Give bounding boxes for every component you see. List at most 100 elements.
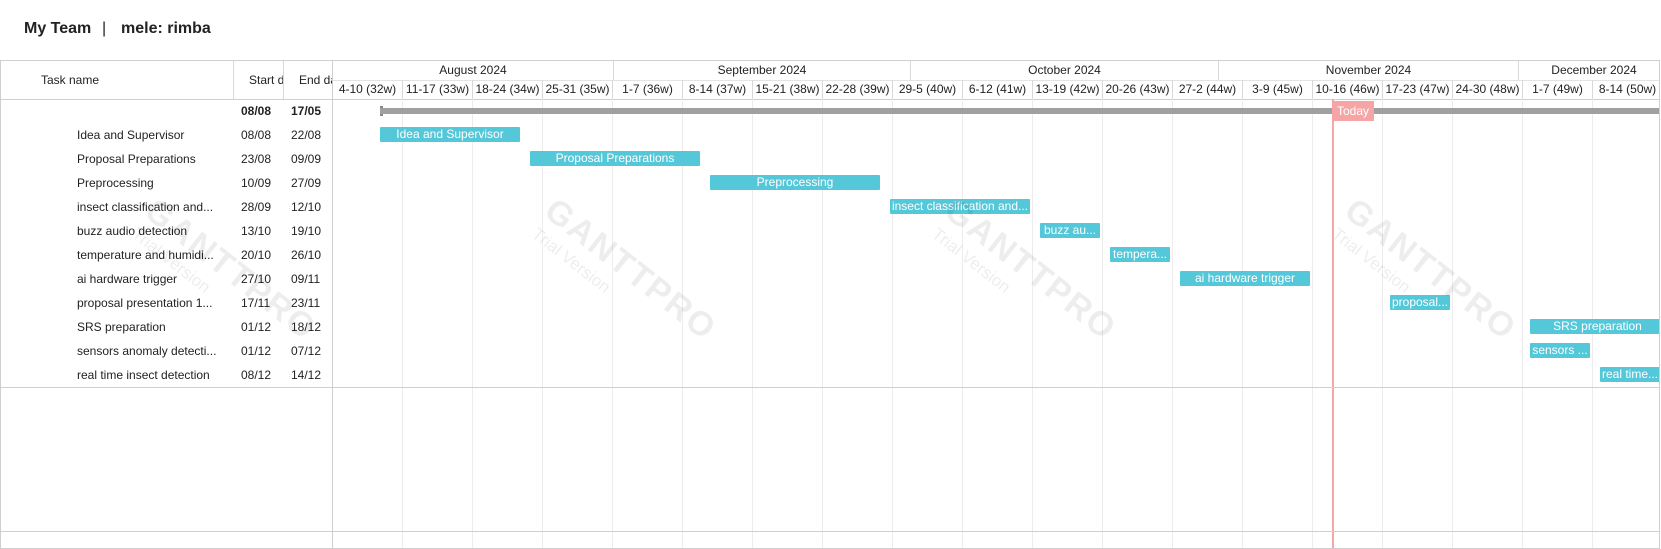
task-bar[interactable]: real time... [1600, 367, 1659, 382]
week-gridline [612, 99, 613, 548]
task-end: 26/10 [291, 248, 322, 262]
week-gridline [542, 99, 543, 548]
month-header: October 2024 [911, 61, 1219, 80]
task-bar[interactable]: insect classification and... [890, 199, 1030, 214]
week-header: 11-17 (33w) [403, 80, 473, 99]
task-row[interactable]: ai hardware trigger 27/10 09/11 [1, 267, 333, 291]
week-header: 13-19 (42w) [1033, 80, 1103, 99]
task-name: Proposal Preparations [77, 152, 196, 166]
week-header: 18-24 (34w) [473, 80, 543, 99]
month-header: November 2024 [1219, 61, 1519, 80]
column-end-date[interactable]: End da [299, 73, 333, 87]
task-bar[interactable]: ai hardware trigger [1180, 271, 1310, 286]
week-header: 20-26 (43w) [1103, 80, 1173, 99]
task-row[interactable]: SRS preparation 01/12 18/12 [1, 315, 333, 339]
week-gridline [752, 99, 753, 548]
month-header: August 2024 [333, 61, 614, 80]
week-header: 29-5 (40w) [893, 80, 963, 99]
week-gridline [1452, 99, 1453, 548]
week-header: 10-16 (46w) [1313, 80, 1383, 99]
week-gridline [1032, 99, 1033, 548]
week-header: 25-31 (35w) [543, 80, 613, 99]
task-bar[interactable]: sensors ... [1530, 343, 1590, 358]
task-end: 12/10 [291, 200, 322, 214]
week-header: 15-21 (38w) [753, 80, 823, 99]
task-start: 10/09 [241, 176, 272, 190]
week-header: 8-14 (37w) [683, 80, 753, 99]
task-start: 08/08 [241, 128, 272, 142]
task-row[interactable]: Idea and Supervisor 08/08 22/08 [1, 123, 333, 147]
month-scale: August 2024 September 2024 October 2024 … [333, 61, 1659, 81]
task-bar[interactable]: Preprocessing [710, 175, 880, 190]
task-name: buzz audio detection [77, 224, 188, 238]
gantt-frame: Task name Start d End da 08/08 17/05 Ide… [0, 60, 1660, 549]
week-header: 4-10 (32w) [333, 80, 403, 99]
project-name[interactable]: mele: rimba [121, 20, 211, 38]
task-end: 27/09 [291, 176, 322, 190]
task-bar[interactable]: Idea and Supervisor [380, 127, 520, 142]
task-name: proposal presentation 1... [77, 296, 213, 310]
task-start: 17/11 [241, 296, 271, 310]
month-header: December 2024 [1551, 63, 1637, 77]
today-line [1332, 99, 1334, 548]
task-end: 14/12 [291, 368, 322, 382]
week-gridline [402, 99, 403, 548]
task-row[interactable]: insect classification and... 28/09 12/10 [1, 195, 333, 219]
horizontal-scroll-area[interactable] [1, 531, 1659, 532]
task-row[interactable]: temperature and humidi... 20/10 26/10 [1, 243, 333, 267]
task-start: 08/12 [241, 368, 272, 382]
today-marker[interactable]: Today [1332, 101, 1374, 121]
task-end: 18/12 [291, 320, 322, 334]
week-header: 24-30 (48w) [1453, 80, 1523, 99]
task-name: ai hardware trigger [77, 272, 178, 286]
task-start: 01/12 [241, 344, 272, 358]
task-end: 23/11 [291, 296, 321, 310]
column-start-date[interactable]: Start d [249, 73, 283, 87]
task-row[interactable]: proposal presentation 1... 17/11 23/11 [1, 291, 333, 315]
rows-end-divider [1, 387, 1659, 388]
task-bar[interactable]: tempera... [1110, 247, 1170, 262]
week-header: 3-9 (45w) [1243, 80, 1313, 99]
task-name: SRS preparation [77, 320, 166, 334]
task-start: 23/08 [241, 152, 272, 166]
timeline-chart[interactable]: August 2024 September 2024 October 2024 … [333, 61, 1659, 548]
header-separator: | [102, 20, 107, 37]
week-gridline [682, 99, 683, 548]
column-task-name[interactable]: Task name [41, 73, 99, 87]
task-start: 13/10 [241, 224, 272, 238]
summary-row[interactable]: 08/08 17/05 [1, 99, 333, 123]
week-header: 17-23 (47w) [1383, 80, 1453, 99]
task-bar[interactable]: buzz au... [1040, 223, 1100, 238]
task-grid: Task name Start d End da 08/08 17/05 Ide… [1, 61, 333, 548]
week-scale: 4-10 (32w) 11-17 (33w) 18-24 (34w) 25-31… [333, 80, 1659, 100]
task-name: real time insect detection [77, 368, 210, 382]
week-gridline [822, 99, 823, 548]
task-row[interactable]: Proposal Preparations 23/08 09/09 [1, 147, 333, 171]
task-start: 20/10 [241, 248, 272, 262]
week-gridline [1172, 99, 1173, 548]
task-bar[interactable]: proposal... [1390, 295, 1450, 310]
task-start: 01/12 [241, 320, 272, 334]
task-row[interactable]: real time insect detection 08/12 14/12 [1, 363, 333, 387]
column-divider [233, 61, 234, 99]
task-start: 27/10 [241, 272, 272, 286]
task-name: Idea and Supervisor [77, 128, 185, 142]
task-name: temperature and humidi... [77, 248, 214, 262]
task-bar[interactable]: SRS preparation [1530, 319, 1659, 334]
task-name: sensors anomaly detecti... [77, 344, 217, 358]
summary-start: 08/08 [241, 104, 272, 118]
task-bar[interactable]: Proposal Preparations [530, 151, 700, 166]
task-row[interactable]: Preprocessing 10/09 27/09 [1, 171, 333, 195]
week-gridline [472, 99, 473, 548]
task-end: 19/10 [291, 224, 322, 238]
app-header: My Team | mele: rimba [0, 0, 1661, 60]
week-gridline [1522, 99, 1523, 548]
week-gridline [1382, 99, 1383, 548]
week-gridline [962, 99, 963, 548]
week-gridline [1102, 99, 1103, 548]
task-row[interactable]: sensors anomaly detecti... 01/12 07/12 [1, 339, 333, 363]
month-header: September 2024 [614, 61, 911, 80]
summary-bar[interactable] [380, 108, 1659, 114]
team-name[interactable]: My Team [24, 20, 91, 38]
task-row[interactable]: buzz audio detection 13/10 19/10 [1, 219, 333, 243]
